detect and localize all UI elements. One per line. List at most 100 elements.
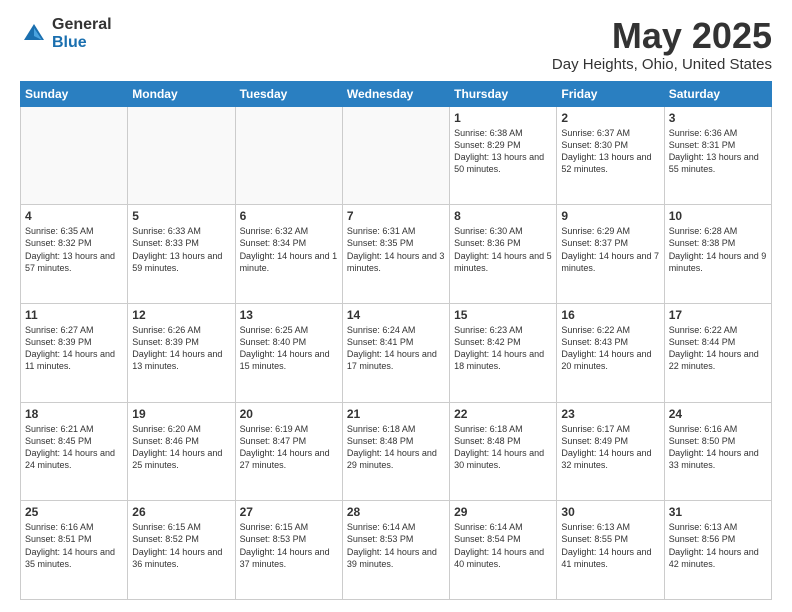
day-number: 26: [132, 505, 230, 519]
cell-text: Sunrise: 6:23 AM Sunset: 8:42 PM Dayligh…: [454, 324, 552, 373]
day-number: 23: [561, 407, 659, 421]
day-number: 18: [25, 407, 123, 421]
day-number: 9: [561, 209, 659, 223]
cell-text: Sunrise: 6:27 AM Sunset: 8:39 PM Dayligh…: [25, 324, 123, 373]
cell-text: Sunrise: 6:26 AM Sunset: 8:39 PM Dayligh…: [132, 324, 230, 373]
cell-text: Sunrise: 6:21 AM Sunset: 8:45 PM Dayligh…: [25, 423, 123, 472]
cell-text: Sunrise: 6:13 AM Sunset: 8:56 PM Dayligh…: [669, 521, 767, 570]
cell-text: Sunrise: 6:19 AM Sunset: 8:47 PM Dayligh…: [240, 423, 338, 472]
cell-text: Sunrise: 6:22 AM Sunset: 8:43 PM Dayligh…: [561, 324, 659, 373]
calendar-cell: 19Sunrise: 6:20 AM Sunset: 8:46 PM Dayli…: [128, 402, 235, 501]
day-number: 1: [454, 111, 552, 125]
calendar-cell: 1 Sunrise: 6:38 AM Sunset: 8:29 PM Daylig…: [450, 106, 557, 205]
day-number: 7: [347, 209, 445, 223]
header-row: SundayMondayTuesdayWednesdayThursdayFrid…: [21, 81, 772, 106]
cell-text: Sunrise: 6:38 AM Sunset: 8:29 PM Dayligh…: [454, 127, 552, 176]
calendar-cell: 14 Sunrise: 6:24 AM Sunset: 8:41 PM Dayli…: [342, 303, 449, 402]
cell-text: Sunrise: 6:30 AM Sunset: 8:36 PM Dayligh…: [454, 225, 552, 274]
calendar-cell: 20 Sunrise: 6:19 AM Sunset: 8:47 PM Dayli…: [235, 402, 342, 501]
calendar-cell: [342, 106, 449, 205]
header-cell-sunday: Sunday: [21, 81, 128, 106]
header-cell-saturday: Saturday: [664, 81, 771, 106]
logo-blue-text: Blue: [52, 34, 112, 52]
calendar-cell: 15Sunrise: 6:23 AM Sunset: 8:42 PM Dayli…: [450, 303, 557, 402]
cell-text: Sunrise: 6:17 AM Sunset: 8:49 PM Dayligh…: [561, 423, 659, 472]
header-cell-monday: Monday: [128, 81, 235, 106]
calendar-body: 1 Sunrise: 6:38 AM Sunset: 8:29 PM Daylig…: [21, 106, 772, 599]
calendar-table: SundayMondayTuesdayWednesdayThursdayFrid…: [20, 81, 772, 600]
subtitle: Day Heights, Ohio, United States: [552, 56, 772, 73]
week-row-3: 18 Sunrise: 6:21 AM Sunset: 8:45 PM Dayli…: [21, 402, 772, 501]
calendar-cell: 24Sunrise: 6:16 AM Sunset: 8:50 PM Dayli…: [664, 402, 771, 501]
cell-text: Sunrise: 6:15 AM Sunset: 8:53 PM Dayligh…: [240, 521, 338, 570]
day-number: 14: [347, 308, 445, 322]
cell-text: Sunrise: 6:14 AM Sunset: 8:54 PM Dayligh…: [454, 521, 552, 570]
day-number: 22: [454, 407, 552, 421]
calendar-cell: 29 Sunrise: 6:14 AM Sunset: 8:54 PM Dayli…: [450, 501, 557, 600]
calendar-cell: 17 Sunrise: 6:22 AM Sunset: 8:44 PM Dayli…: [664, 303, 771, 402]
cell-text: Sunrise: 6:31 AM Sunset: 8:35 PM Dayligh…: [347, 225, 445, 274]
calendar-cell: 5Sunrise: 6:33 AM Sunset: 8:33 PM Daylig…: [128, 205, 235, 304]
day-number: 16: [561, 308, 659, 322]
cell-text: Sunrise: 6:14 AM Sunset: 8:53 PM Dayligh…: [347, 521, 445, 570]
calendar-cell: 31Sunrise: 6:13 AM Sunset: 8:56 PM Dayli…: [664, 501, 771, 600]
logo-general-text: General: [52, 16, 112, 34]
cell-text: Sunrise: 6:29 AM Sunset: 8:37 PM Dayligh…: [561, 225, 659, 274]
cell-text: Sunrise: 6:24 AM Sunset: 8:41 PM Dayligh…: [347, 324, 445, 373]
calendar-cell: 30Sunrise: 6:13 AM Sunset: 8:55 PM Dayli…: [557, 501, 664, 600]
calendar-cell: 26 Sunrise: 6:15 AM Sunset: 8:52 PM Dayli…: [128, 501, 235, 600]
day-number: 10: [669, 209, 767, 223]
day-number: 4: [25, 209, 123, 223]
cell-text: Sunrise: 6:16 AM Sunset: 8:50 PM Dayligh…: [669, 423, 767, 472]
calendar-cell: 12 Sunrise: 6:26 AM Sunset: 8:39 PM Dayli…: [128, 303, 235, 402]
calendar-cell: 28 Sunrise: 6:14 AM Sunset: 8:53 PM Dayli…: [342, 501, 449, 600]
day-number: 25: [25, 505, 123, 519]
calendar-cell: 18 Sunrise: 6:21 AM Sunset: 8:45 PM Dayli…: [21, 402, 128, 501]
calendar-cell: 16 Sunrise: 6:22 AM Sunset: 8:43 PM Dayli…: [557, 303, 664, 402]
calendar-cell: 21Sunrise: 6:18 AM Sunset: 8:48 PM Dayli…: [342, 402, 449, 501]
calendar-header: SundayMondayTuesdayWednesdayThursdayFrid…: [21, 81, 772, 106]
cell-text: Sunrise: 6:32 AM Sunset: 8:34 PM Dayligh…: [240, 225, 338, 274]
calendar-cell: 7 Sunrise: 6:31 AM Sunset: 8:35 PM Daylig…: [342, 205, 449, 304]
cell-text: Sunrise: 6:25 AM Sunset: 8:40 PM Dayligh…: [240, 324, 338, 373]
day-number: 27: [240, 505, 338, 519]
week-row-2: 11 Sunrise: 6:27 AM Sunset: 8:39 PM Dayli…: [21, 303, 772, 402]
day-number: 29: [454, 505, 552, 519]
calendar-cell: 13Sunrise: 6:25 AM Sunset: 8:40 PM Dayli…: [235, 303, 342, 402]
week-row-0: 1 Sunrise: 6:38 AM Sunset: 8:29 PM Daylig…: [21, 106, 772, 205]
page: General Blue May 2025 Day Heights, Ohio,…: [0, 0, 792, 612]
calendar-cell: [235, 106, 342, 205]
day-number: 17: [669, 308, 767, 322]
cell-text: Sunrise: 6:22 AM Sunset: 8:44 PM Dayligh…: [669, 324, 767, 373]
logo-text: General Blue: [52, 16, 112, 51]
calendar-cell: 8Sunrise: 6:30 AM Sunset: 8:36 PM Daylig…: [450, 205, 557, 304]
cell-text: Sunrise: 6:18 AM Sunset: 8:48 PM Dayligh…: [347, 423, 445, 472]
calendar-cell: 10Sunrise: 6:28 AM Sunset: 8:38 PM Dayli…: [664, 205, 771, 304]
calendar-cell: [21, 106, 128, 205]
day-number: 28: [347, 505, 445, 519]
header-cell-wednesday: Wednesday: [342, 81, 449, 106]
calendar-cell: 22 Sunrise: 6:18 AM Sunset: 8:48 PM Dayli…: [450, 402, 557, 501]
calendar-cell: 23 Sunrise: 6:17 AM Sunset: 8:49 PM Dayli…: [557, 402, 664, 501]
day-number: 3: [669, 111, 767, 125]
cell-text: Sunrise: 6:37 AM Sunset: 8:30 PM Dayligh…: [561, 127, 659, 176]
main-title: May 2025: [552, 16, 772, 56]
cell-text: Sunrise: 6:35 AM Sunset: 8:32 PM Dayligh…: [25, 225, 123, 274]
calendar-cell: 2Sunrise: 6:37 AM Sunset: 8:30 PM Daylig…: [557, 106, 664, 205]
calendar-cell: [128, 106, 235, 205]
day-number: 12: [132, 308, 230, 322]
calendar-cell: 3Sunrise: 6:36 AM Sunset: 8:31 PM Daylig…: [664, 106, 771, 205]
day-number: 11: [25, 308, 123, 322]
calendar-cell: 6 Sunrise: 6:32 AM Sunset: 8:34 PM Daylig…: [235, 205, 342, 304]
cell-text: Sunrise: 6:20 AM Sunset: 8:46 PM Dayligh…: [132, 423, 230, 472]
day-number: 6: [240, 209, 338, 223]
header-cell-tuesday: Tuesday: [235, 81, 342, 106]
calendar-cell: 4 Sunrise: 6:35 AM Sunset: 8:32 PM Daylig…: [21, 205, 128, 304]
day-number: 20: [240, 407, 338, 421]
header-cell-friday: Friday: [557, 81, 664, 106]
cell-text: Sunrise: 6:15 AM Sunset: 8:52 PM Dayligh…: [132, 521, 230, 570]
cell-text: Sunrise: 6:18 AM Sunset: 8:48 PM Dayligh…: [454, 423, 552, 472]
calendar-cell: 11 Sunrise: 6:27 AM Sunset: 8:39 PM Dayli…: [21, 303, 128, 402]
week-row-1: 4 Sunrise: 6:35 AM Sunset: 8:32 PM Daylig…: [21, 205, 772, 304]
logo: General Blue: [20, 16, 112, 51]
